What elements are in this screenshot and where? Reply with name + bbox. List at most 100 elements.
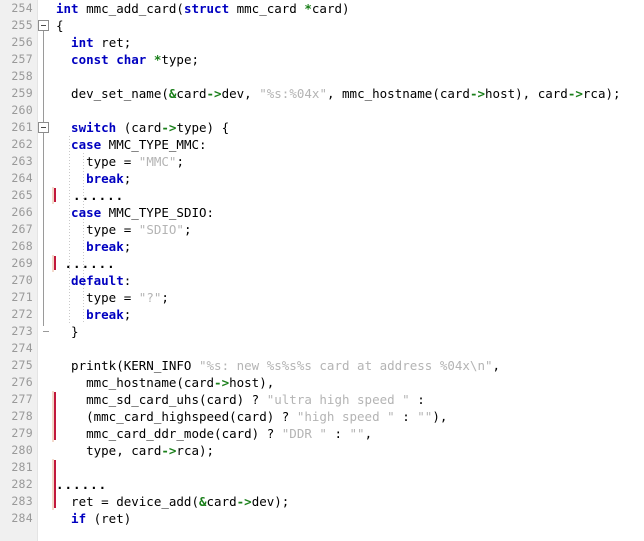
code-token-kw: if: [56, 511, 87, 526]
line-number: 276: [11, 375, 33, 389]
code-token-pl: host), card: [485, 86, 568, 101]
code-line[interactable]: [38, 459, 644, 476]
code-line[interactable]: int mmc_add_card(struct mmc_card *card): [38, 0, 644, 17]
code-token-op: ->: [161, 120, 177, 135]
code-token-kw: break: [56, 239, 124, 254]
code-token-pl: ),: [432, 409, 448, 424]
code-token-op: ->: [236, 494, 252, 509]
code-text-area[interactable]: int mmc_add_card(struct mmc_card *card){…: [38, 0, 644, 541]
line-number: 257: [11, 52, 33, 66]
line-number: 264: [11, 171, 33, 185]
code-token-pl: type;: [161, 52, 200, 67]
code-token-str: "": [349, 426, 365, 441]
code-line[interactable]: (mmc_card_highspeed(card) ? "high speed …: [38, 408, 644, 425]
line-number: 256: [11, 35, 33, 49]
code-line[interactable]: {: [38, 17, 644, 34]
line-number: 255: [11, 18, 33, 32]
code-line[interactable]: mmc_hostname(card->host),: [38, 374, 644, 391]
code-token-pl: ,: [364, 426, 373, 441]
code-line[interactable]: type, card->rca);: [38, 442, 644, 459]
code-line[interactable]: printk(KERN_INFO "%s: new %s%s%s card at…: [38, 357, 644, 374]
code-line[interactable]: dev_set_name(&card->dev, "%s:%04x", mmc_…: [38, 85, 644, 102]
code-token-str: "ultra high speed ": [266, 392, 410, 407]
code-line[interactable]: ret = device_add(&card->dev);: [38, 493, 644, 510]
code-token-pl: ;: [161, 290, 169, 305]
code-line[interactable]: [38, 68, 644, 85]
code-token-op: ->: [206, 86, 222, 101]
code-token-pl: mmc_card_ddr_mode(card) ?: [56, 426, 282, 441]
code-line[interactable]: default:: [38, 272, 644, 289]
code-token-pl: ret = device_add(: [56, 494, 199, 509]
code-line[interactable]: type = "SDIO";: [38, 221, 644, 238]
code-line[interactable]: break;: [38, 238, 644, 255]
code-token-pl: dev_set_name(: [56, 86, 169, 101]
code-token-pl: (mmc_card_highspeed(card) ?: [56, 409, 297, 424]
code-line[interactable]: mmc_sd_card_uhs(card) ? "ultra high spee…: [38, 391, 644, 408]
code-line[interactable]: [38, 340, 644, 357]
code-token-str: "?": [138, 290, 162, 305]
code-line[interactable]: const char *type;: [38, 51, 644, 68]
code-line[interactable]: case MMC_TYPE_MMC:: [38, 136, 644, 153]
code-token-op: *: [304, 1, 312, 16]
code-token-pl: type =: [56, 222, 139, 237]
code-line[interactable]: [38, 102, 644, 119]
code-token-dots: ......: [56, 256, 116, 271]
line-number: 267: [11, 222, 33, 236]
code-token-op: ->: [161, 443, 177, 458]
line-number-list: 254 255 256 257 258 259 260 261 262 263 264 265 266 2…: [0, 0, 37, 527]
code-line[interactable]: type = "?";: [38, 289, 644, 306]
code-token-pl: :: [394, 409, 418, 424]
code-token-pl: card: [176, 86, 207, 101]
code-token-pl: ,: [492, 358, 501, 373]
code-line[interactable]: break;: [38, 170, 644, 187]
code-token-kw: break: [56, 307, 124, 322]
code-token-kw: struct: [183, 1, 230, 16]
code-token-pl: }: [56, 324, 79, 339]
code-token-pl: (card: [116, 120, 162, 135]
code-token-pl: mmc_card: [229, 1, 305, 16]
code-line[interactable]: ......: [38, 187, 644, 204]
code-line[interactable]: int ret;: [38, 34, 644, 51]
code-line[interactable]: ......: [38, 476, 644, 493]
code-token-dots: ......: [56, 477, 108, 492]
code-token-pl: mmc_sd_card_uhs(card) ?: [56, 392, 267, 407]
code-token-str: "high speed ": [296, 409, 395, 424]
line-number: 268: [11, 239, 33, 253]
code-token-pl: type) {: [176, 120, 230, 135]
code-token-kw: case: [56, 205, 102, 220]
code-token-pl: MMC_TYPE_MMC:: [101, 137, 207, 152]
line-number: 270: [11, 273, 33, 287]
code-token-pl: :: [326, 426, 350, 441]
code-line[interactable]: switch (card->type) {: [38, 119, 644, 136]
code-token-pl: dev);: [251, 494, 290, 509]
code-token-kw: switch: [56, 120, 117, 135]
code-line[interactable]: }: [38, 323, 644, 340]
code-line[interactable]: mmc_card_ddr_mode(card) ? "DDR " : "",: [38, 425, 644, 442]
code-token-pl: ret;: [93, 35, 132, 50]
line-number: 280: [11, 443, 33, 457]
line-number: 278: [11, 409, 33, 423]
code-token-pl: type =: [56, 290, 139, 305]
code-token-kw: int: [56, 35, 94, 50]
code-token-pl: ;: [123, 171, 132, 186]
line-number: 263: [11, 154, 33, 168]
code-token-str: "SDIO": [138, 222, 184, 237]
code-editor-view[interactable]: 254 255 256 257 258 259 260 261 262 263 264 265 266 2…: [0, 0, 644, 541]
code-token-str: "%s: new %s%s%s card at address %04x\n": [199, 358, 493, 373]
line-number: 262: [11, 137, 33, 151]
line-number: 281: [11, 460, 33, 474]
code-token-pl: type, card: [56, 443, 162, 458]
code-line[interactable]: if (ret): [38, 510, 644, 527]
line-number: 269: [11, 256, 33, 270]
code-line[interactable]: ......: [38, 255, 644, 272]
code-token-dots: ......: [56, 188, 125, 203]
line-number: 279: [11, 426, 33, 440]
code-line[interactable]: case MMC_TYPE_SDIO:: [38, 204, 644, 221]
code-line[interactable]: break;: [38, 306, 644, 323]
code-token-pl: dev,: [221, 86, 260, 101]
line-number: 274: [11, 341, 33, 355]
code-line[interactable]: type = "MMC";: [38, 153, 644, 170]
code-token-pl: ;: [123, 239, 132, 254]
code-token-pl: rca);: [582, 86, 621, 101]
